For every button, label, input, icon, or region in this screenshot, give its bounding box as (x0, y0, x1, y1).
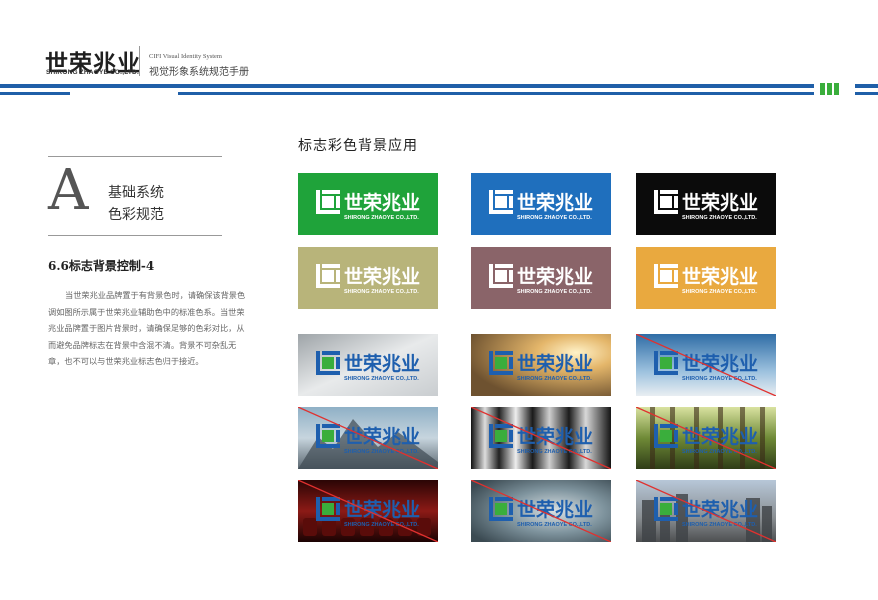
logo-mark-icon (489, 497, 513, 521)
logo-mark-icon (489, 351, 513, 375)
header-band-left (0, 92, 70, 95)
logo-mark-icon (654, 351, 678, 375)
section-title-2: 色彩规范 (108, 207, 164, 223)
logo-text: 世荣兆业 SHIRONG ZHAOYE CO.,LTD. (682, 349, 758, 382)
logo-mark-icon (654, 424, 678, 448)
logo-text: 世荣兆业 SHIRONG ZHAOYE CO.,LTD. (517, 349, 593, 382)
logo-text-cn: 世荣兆业 (682, 353, 759, 375)
logo-text: 世荣兆业 SHIRONG ZHAOYE CO.,LTD. (344, 188, 420, 221)
logo-text-en: SHIRONG ZHAOYE CO.,LTD. (344, 215, 419, 221)
logo-text-en: SHIRONG ZHAOYE CO.,LTD. (682, 522, 757, 528)
logo-tile: 世荣兆业 SHIRONG ZHAOYE CO.,LTD. (636, 173, 776, 235)
logo-text-cn: 世荣兆业 (344, 426, 421, 448)
page-subtitle: 6.6标志背景控制-4 (48, 259, 155, 273)
header-divider (139, 46, 140, 76)
section-rule-top (48, 156, 222, 157)
logo-text-en: SHIRONG ZHAOYE CO.,LTD. (344, 449, 419, 455)
logo-tile: 世荣兆业 SHIRONG ZHAOYE CO.,LTD. (636, 480, 776, 542)
logo-mark-icon (489, 264, 513, 288)
logo-text-cn: 世荣兆业 (517, 353, 594, 375)
logo-text: 世荣兆业 SHIRONG ZHAOYE CO.,LTD. (344, 495, 420, 528)
section-letter: A (48, 158, 89, 223)
logo-tile: 世荣兆业 SHIRONG ZHAOYE CO.,LTD. (471, 480, 611, 542)
logo-text-en: SHIRONG ZHAOYE CO.,LTD. (517, 289, 592, 295)
header-green-block (820, 83, 825, 95)
main-title: 标志彩色背景应用 (298, 138, 418, 154)
logo-text: 世荣兆业 SHIRONG ZHAOYE CO.,LTD. (517, 495, 593, 528)
section-title-1: 基础系统 (108, 185, 164, 201)
logo-text-cn: 世荣兆业 (517, 499, 594, 521)
logo-mark-icon (316, 190, 340, 214)
header-band-edge-top (855, 84, 878, 88)
logo-tile: 世荣兆业 SHIRONG ZHAOYE CO.,LTD. (298, 173, 438, 235)
logo-tile: 世荣兆业 SHIRONG ZHAOYE CO.,LTD. (471, 407, 611, 469)
logo-mark-icon (654, 190, 678, 214)
logo-text-cn: 世荣兆业 (682, 426, 759, 448)
logo-tile: 世荣兆业 SHIRONG ZHAOYE CO.,LTD. (636, 334, 776, 396)
logo-text: 世荣兆业 SHIRONG ZHAOYE CO.,LTD. (344, 349, 420, 382)
logo-mark-icon (316, 351, 340, 375)
logo-tile: 世荣兆业 SHIRONG ZHAOYE CO.,LTD. (298, 334, 438, 396)
logo-text: 世荣兆业 SHIRONG ZHAOYE CO.,LTD. (517, 188, 593, 221)
logo-text-cn: 世荣兆业 (682, 499, 759, 521)
logo-text-cn: 世荣兆业 (517, 266, 594, 288)
header-band-edge-bottom (855, 92, 878, 95)
logo-text: 世荣兆业 SHIRONG ZHAOYE CO.,LTD. (517, 422, 593, 455)
logo-text: 世荣兆业 SHIRONG ZHAOYE CO.,LTD. (344, 262, 420, 295)
logo-text-cn: 世荣兆业 (682, 192, 759, 214)
logo-tile: 世荣兆业 SHIRONG ZHAOYE CO.,LTD. (298, 247, 438, 309)
logo-text-en: SHIRONG ZHAOYE CO.,LTD. (344, 376, 419, 382)
logo-text-en: SHIRONG ZHAOYE CO.,LTD. (344, 522, 419, 528)
logo-text-cn: 世荣兆业 (344, 266, 421, 288)
logo-text-cn: 世荣兆业 (344, 192, 421, 214)
logo-mark-icon (489, 424, 513, 448)
logo-text-cn: 世荣兆业 (517, 426, 594, 448)
logo-text: 世荣兆业 SHIRONG ZHAOYE CO.,LTD. (682, 422, 758, 455)
logo-text-en: SHIRONG ZHAOYE CO.,LTD. (682, 215, 757, 221)
logo-mark-icon (316, 424, 340, 448)
body-paragraph: 当世荣兆业品牌置于有背景色时，请确保该背景色调如图所示属于世荣兆业辅助色中的标准… (48, 290, 246, 366)
logo-tile: 世荣兆业 SHIRONG ZHAOYE CO.,LTD. (471, 173, 611, 235)
logo-mark-icon (654, 497, 678, 521)
logo-text-en: SHIRONG ZHAOYE CO.,LTD. (517, 215, 592, 221)
logo-text-en: SHIRONG ZHAOYE CO.,LTD. (682, 289, 757, 295)
header-green-block (827, 83, 832, 95)
logo-mark-icon (489, 190, 513, 214)
logo-text: 世荣兆业 SHIRONG ZHAOYE CO.,LTD. (682, 495, 758, 528)
header-green-block (834, 83, 839, 95)
logo-mark-icon (316, 264, 340, 288)
logo-text-en: SHIRONG ZHAOYE CO.,LTD. (517, 376, 592, 382)
logo-text-cn: 世荣兆业 (517, 192, 594, 214)
logo-text-en: SHIRONG ZHAOYE CO.,LTD. (682, 449, 757, 455)
logo-text: 世荣兆业 SHIRONG ZHAOYE CO.,LTD. (517, 262, 593, 295)
logo-tile: 世荣兆业 SHIRONG ZHAOYE CO.,LTD. (298, 407, 438, 469)
header-band-top (0, 84, 814, 88)
logo-text-en: SHIRONG ZHAOYE CO.,LTD. (517, 522, 592, 528)
logo-tile: 世荣兆业 SHIRONG ZHAOYE CO.,LTD. (471, 334, 611, 396)
logo-mark-icon (654, 264, 678, 288)
logo-text-en: SHIRONG ZHAOYE CO.,LTD. (517, 449, 592, 455)
logo-mark-icon (316, 497, 340, 521)
logo-tile: 世荣兆业 SHIRONG ZHAOYE CO.,LTD. (636, 407, 776, 469)
header-system-en: CIFI Visual Identity System (149, 53, 222, 60)
logo-text-cn: 世荣兆业 (344, 499, 421, 521)
logo-tile: 世荣兆业 SHIRONG ZHAOYE CO.,LTD. (636, 247, 776, 309)
logo-text-cn: 世荣兆业 (344, 353, 421, 375)
logo-text-en: SHIRONG ZHAOYE CO.,LTD. (682, 376, 757, 382)
logo-text: 世荣兆业 SHIRONG ZHAOYE CO.,LTD. (682, 262, 758, 295)
logo-text: 世荣兆业 SHIRONG ZHAOYE CO.,LTD. (682, 188, 758, 221)
logo-text-cn: 世荣兆业 (682, 266, 759, 288)
logo-tile: 世荣兆业 SHIRONG ZHAOYE CO.,LTD. (471, 247, 611, 309)
logo-text: 世荣兆业 SHIRONG ZHAOYE CO.,LTD. (344, 422, 420, 455)
header-band-right (178, 92, 814, 95)
brand-logo-en: SHIRONG ZHAOYE CO.,LTD. (46, 69, 139, 76)
header-system-cn: 视觉形象系统规范手册 (149, 67, 249, 78)
section-rule-bottom (48, 235, 222, 236)
logo-tile: 世荣兆业 SHIRONG ZHAOYE CO.,LTD. (298, 480, 438, 542)
logo-text-en: SHIRONG ZHAOYE CO.,LTD. (344, 289, 419, 295)
